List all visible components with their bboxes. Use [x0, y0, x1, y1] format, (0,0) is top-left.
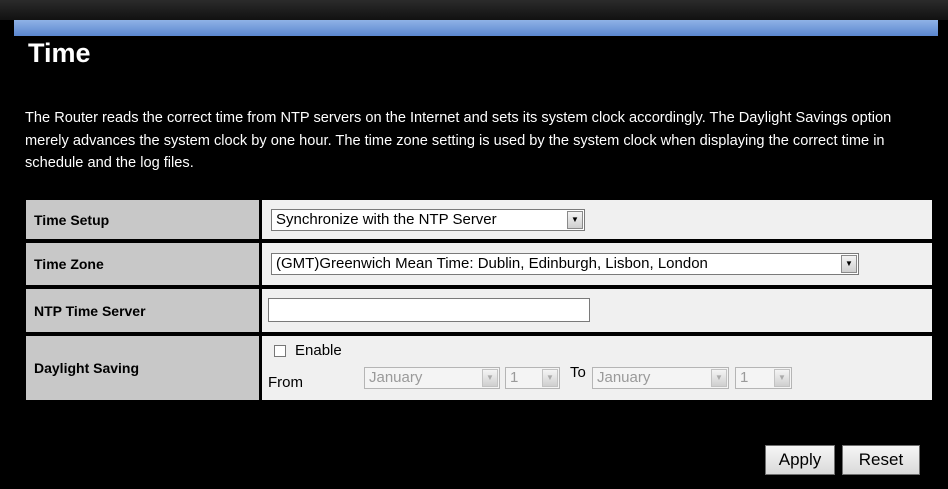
to-day-select[interactable]: 1 ▼	[735, 367, 792, 389]
chevron-down-icon[interactable]: ▼	[711, 369, 727, 387]
ntp-server-cell	[262, 289, 932, 332]
reset-button[interactable]: Reset	[842, 445, 920, 475]
page-title: Time	[28, 38, 91, 68]
daylight-from-label: From	[268, 374, 303, 391]
daylight-saving-row: Daylight Saving Enable From January ▼ 1 …	[26, 336, 932, 400]
time-setup-cell: Synchronize with the NTP Server ▼	[262, 200, 932, 239]
daylight-enable-label: Enable	[295, 342, 342, 359]
to-day-value: 1	[740, 369, 749, 386]
daylight-enable-checkbox[interactable]	[274, 345, 286, 357]
daylight-saving-cell: Enable From January ▼ 1 ▼ To January ▼ 1…	[262, 336, 932, 400]
from-day-select[interactable]: 1 ▼	[505, 367, 560, 389]
time-zone-value: (GMT)Greenwich Mean Time: Dublin, Edinbu…	[276, 255, 708, 272]
apply-button[interactable]: Apply	[765, 445, 835, 475]
to-month-select[interactable]: January ▼	[592, 367, 729, 389]
ntp-server-input[interactable]	[268, 298, 590, 322]
time-setup-select[interactable]: Synchronize with the NTP Server ▼	[271, 209, 585, 231]
time-zone-label: Time Zone	[26, 243, 259, 285]
from-month-select[interactable]: January ▼	[364, 367, 500, 389]
header-bar	[14, 20, 938, 36]
daylight-saving-label: Daylight Saving	[26, 336, 259, 400]
time-zone-select[interactable]: (GMT)Greenwich Mean Time: Dublin, Edinbu…	[271, 253, 859, 275]
time-setup-label: Time Setup	[26, 200, 259, 239]
chevron-down-icon[interactable]: ▼	[841, 255, 857, 273]
chevron-down-icon[interactable]: ▼	[482, 369, 498, 387]
window-top-band	[0, 0, 948, 20]
to-month-value: January	[597, 369, 651, 386]
ntp-server-row: NTP Time Server	[26, 289, 932, 332]
time-zone-row: Time Zone (GMT)Greenwich Mean Time: Dubl…	[26, 243, 932, 285]
time-zone-cell: (GMT)Greenwich Mean Time: Dublin, Edinbu…	[262, 243, 932, 285]
daylight-to-label: To	[570, 364, 586, 381]
time-setup-row: Time Setup Synchronize with the NTP Serv…	[26, 200, 932, 239]
from-month-value: January	[369, 369, 423, 386]
from-day-value: 1	[510, 369, 519, 386]
page-frame: Time The Router reads the correct time f…	[0, 0, 948, 489]
chevron-down-icon[interactable]: ▼	[542, 369, 558, 387]
chevron-down-icon[interactable]: ▼	[567, 211, 583, 229]
page-description: The Router reads the correct time from N…	[25, 110, 892, 171]
time-setup-value: Synchronize with the NTP Server	[276, 211, 497, 228]
chevron-down-icon[interactable]: ▼	[774, 369, 790, 387]
ntp-server-label: NTP Time Server	[26, 289, 259, 332]
